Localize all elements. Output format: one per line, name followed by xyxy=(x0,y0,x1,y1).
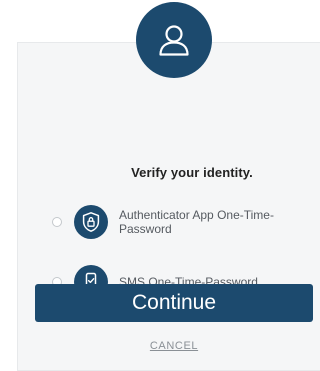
continue-button[interactable]: Continue xyxy=(35,284,313,322)
page-title: Verify your identity. xyxy=(131,165,253,180)
lock-shield-icon xyxy=(74,205,108,239)
user-icon xyxy=(136,2,212,78)
radio-authenticator-app[interactable] xyxy=(52,217,62,227)
option-authenticator-app[interactable]: Authenticator App One-Time-Password xyxy=(52,205,319,239)
cancel-link[interactable]: CANCEL xyxy=(35,340,313,352)
option-label: Authenticator App One-Time-Password xyxy=(119,208,274,236)
